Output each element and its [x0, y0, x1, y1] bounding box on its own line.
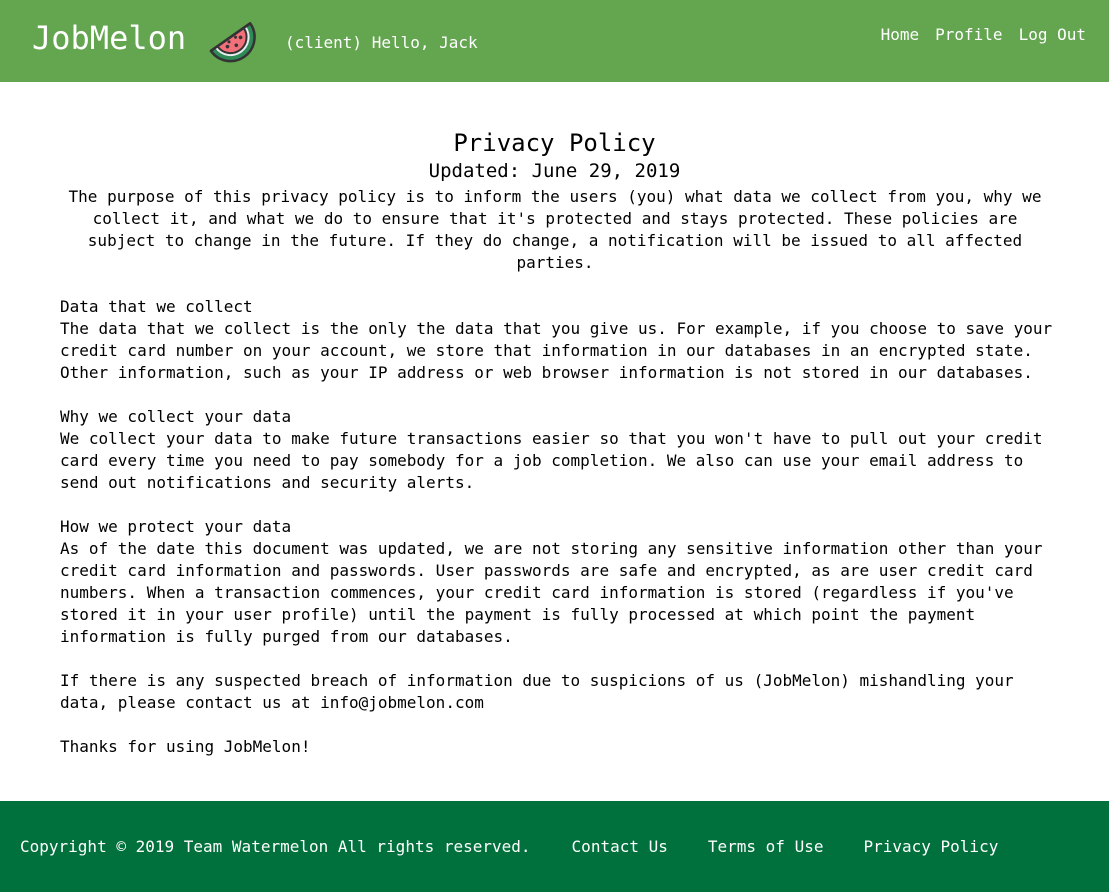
policy-section: Why we collect your data We collect your…	[60, 406, 1060, 494]
footer: Copyright © 2019 Team Watermelon All rig…	[0, 801, 1109, 892]
copyright-text: Copyright © 2019 Team Watermelon All rig…	[20, 837, 531, 856]
section-text: As of the date this document was updated…	[60, 539, 1043, 646]
section-heading: Data that we collect	[60, 297, 253, 316]
section-text: The data that we collect is the only the…	[60, 319, 1053, 382]
updated-date: Updated: June 29, 2019	[428, 160, 681, 182]
nav-home-link[interactable]: Home	[881, 24, 920, 46]
policy-content: Privacy Policy Updated: June 29, 2019 Th…	[0, 82, 1109, 801]
footer-contact-link[interactable]: Contact Us	[572, 836, 668, 858]
intro-paragraph: The purpose of this privacy policy is to…	[68, 187, 1042, 272]
section-heading: Why we collect your data	[60, 407, 292, 426]
section-heading: How we protect your data	[60, 517, 292, 536]
breach-notice: If there is any suspected breach of info…	[60, 671, 1014, 712]
policy-section: How we protect your data As of the date …	[60, 516, 1060, 648]
page-title: Privacy Policy	[453, 129, 656, 157]
footer-row: Copyright © 2019 Team Watermelon All rig…	[20, 836, 1038, 858]
watermelon-slice-icon	[209, 22, 256, 63]
main-nav: Home Profile Log Out	[881, 24, 1086, 46]
nav-profile-link[interactable]: Profile	[935, 24, 1002, 46]
policy-body: Data that we collect The data that we co…	[60, 296, 1060, 780]
footer-privacy-link[interactable]: Privacy Policy	[863, 836, 998, 858]
section-text: We collect your data to make future tran…	[60, 429, 1043, 492]
policy-section: Data that we collect The data that we co…	[60, 296, 1060, 384]
footer-terms-link[interactable]: Terms of Use	[708, 836, 824, 858]
user-greeting: (client) Hello, Jack	[285, 33, 478, 52]
brand-name[interactable]: JobMelon	[32, 18, 186, 58]
top-navbar: JobMelon (client) Hello, Jack Home Profi…	[0, 0, 1109, 82]
nav-logout-link[interactable]: Log Out	[1019, 24, 1086, 46]
thanks-message: Thanks for using JobMelon!	[60, 737, 311, 756]
